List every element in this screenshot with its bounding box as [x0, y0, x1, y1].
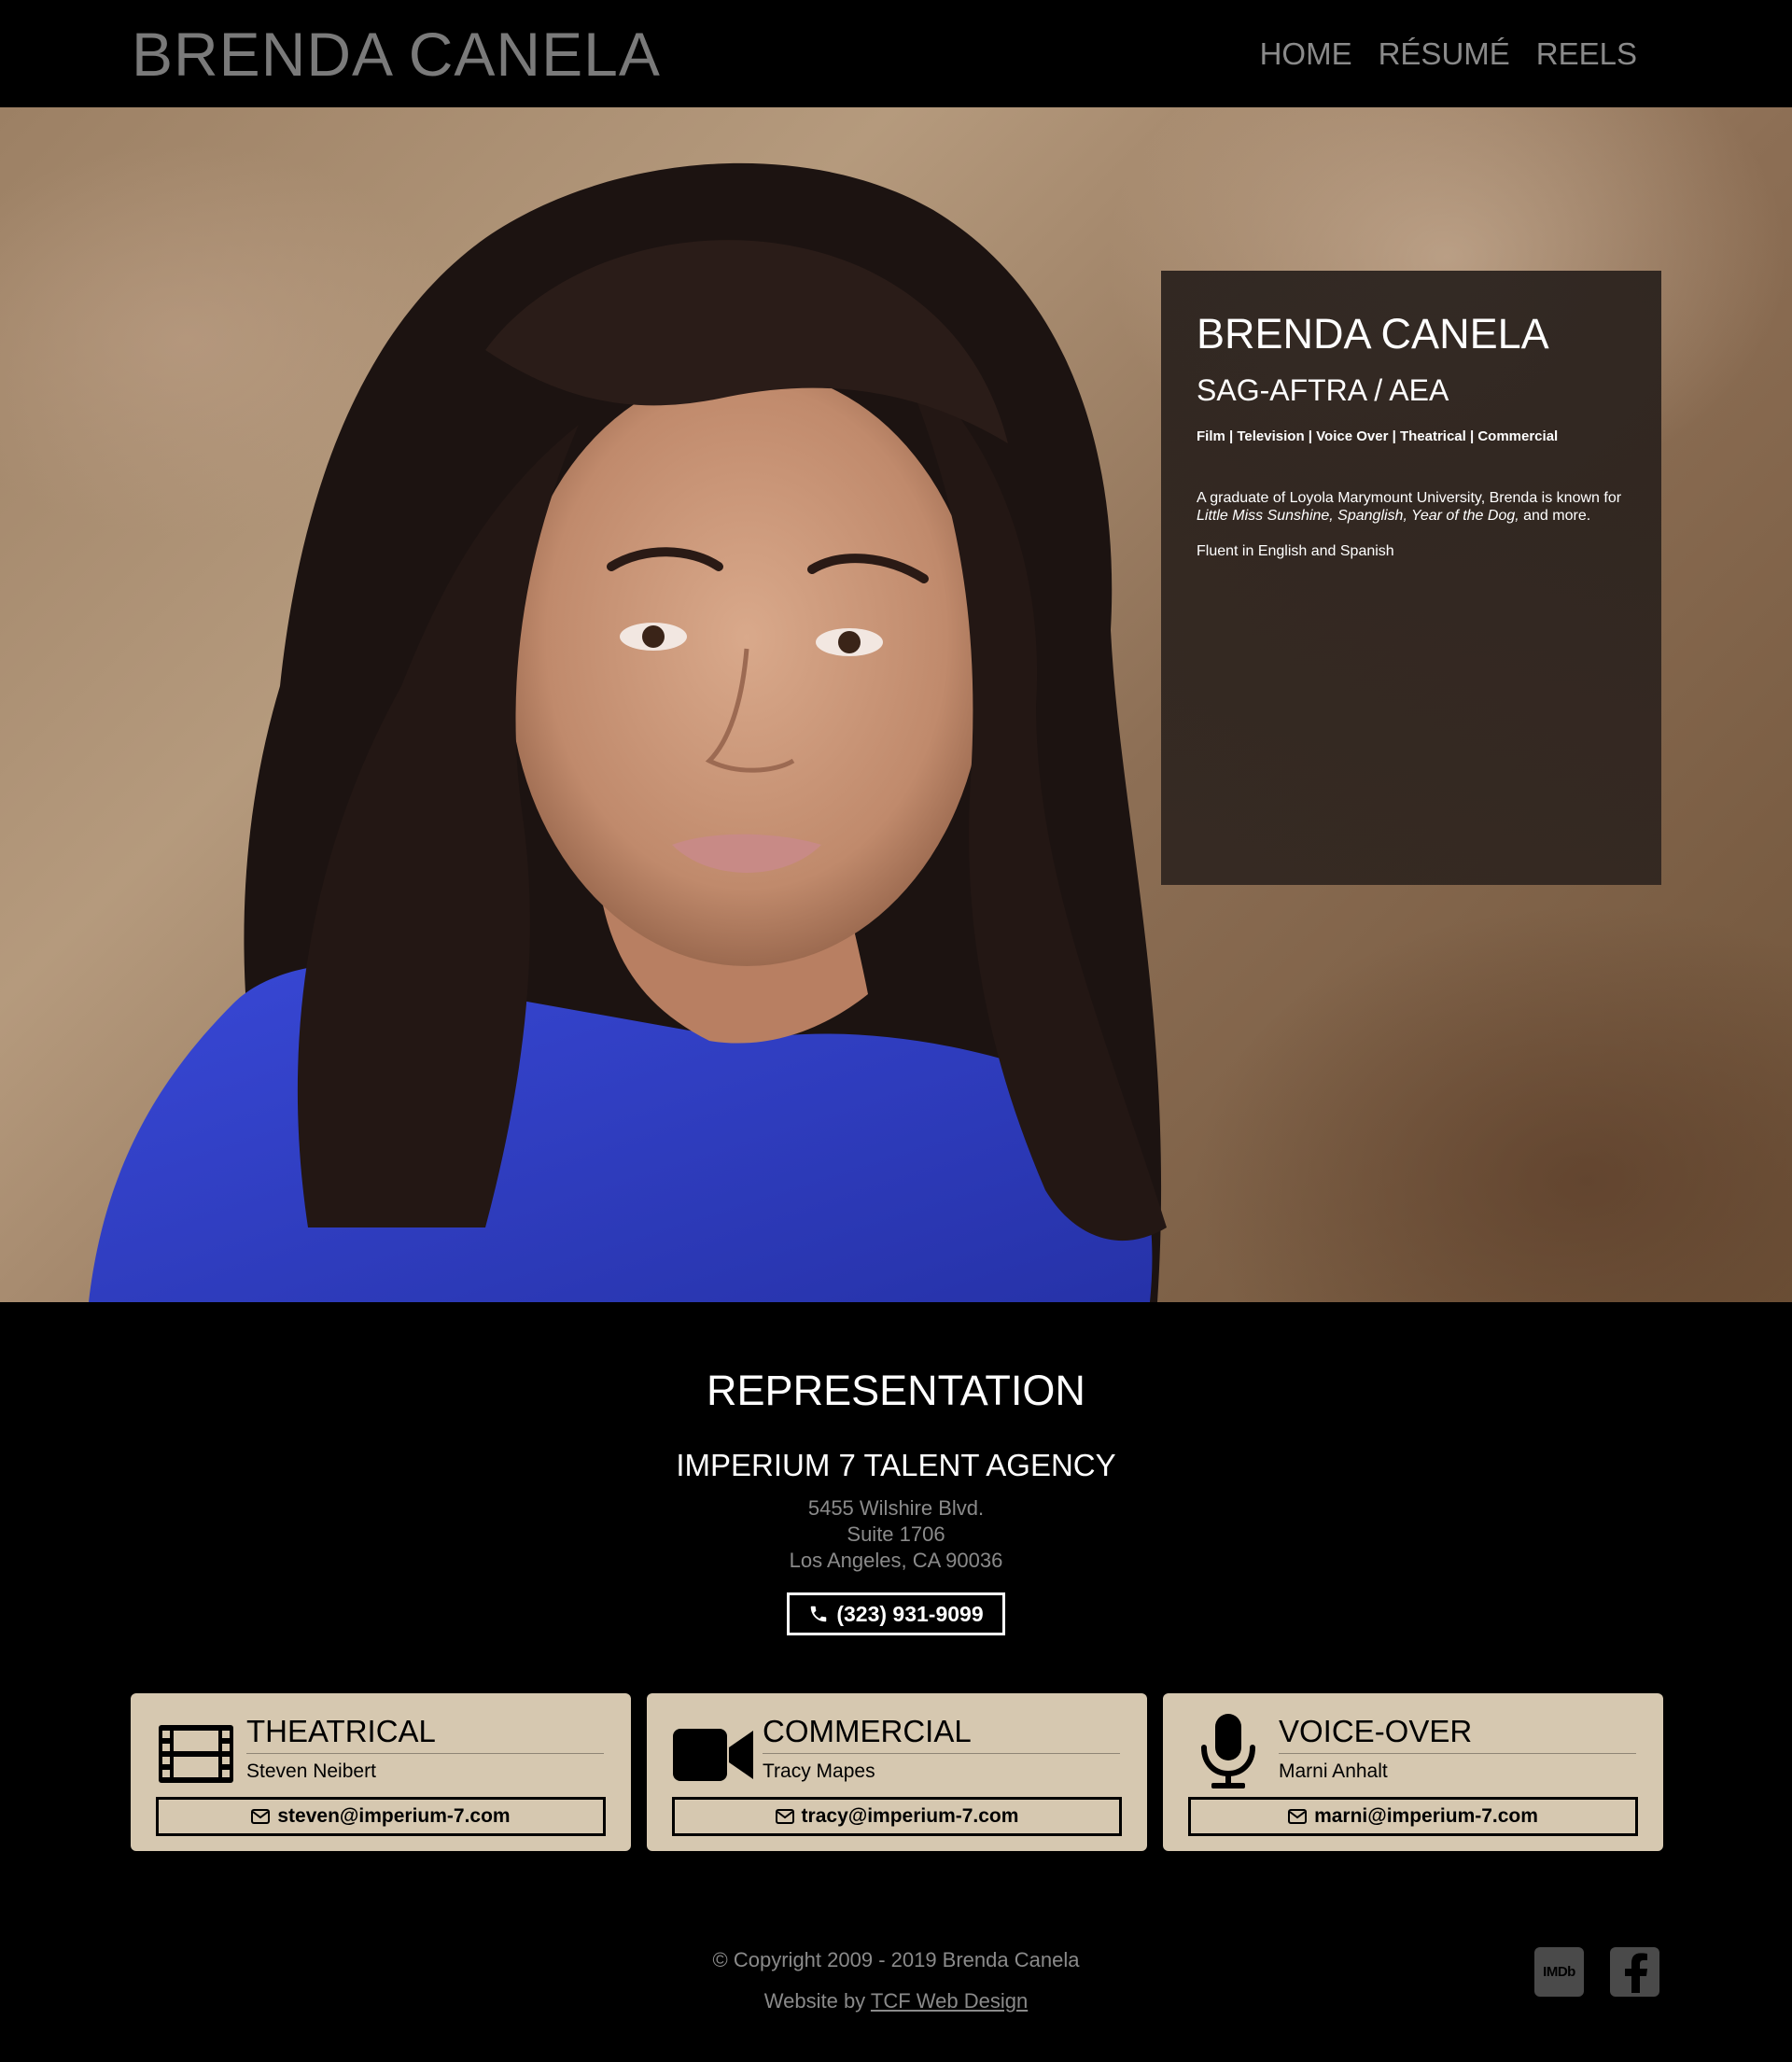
nav-reels[interactable]: REELS	[1536, 34, 1637, 75]
phone-number: (323) 931-9099	[836, 1601, 984, 1626]
agency-name: IMPERIUM 7 TALENT AGENCY	[676, 1448, 1116, 1482]
phone-icon	[811, 1606, 827, 1622]
card-title: VOICE-OVER	[1279, 1712, 1636, 1754]
credit-prefix: Website by	[763, 1989, 871, 2013]
nav-resume[interactable]: RÉSUMÉ	[1379, 34, 1510, 75]
bio-card: BRENDA CANELA SAG-AFTRA / AEA Film | Tel…	[1161, 271, 1661, 885]
imdb-icon: IMDb	[1543, 1964, 1575, 1980]
card-agent-name: Marni Anhalt	[1279, 1760, 1388, 1782]
bio-credits: Little Miss Sunshine, Spanglish, Year of…	[1197, 508, 1519, 524]
microphone-icon	[1201, 1714, 1255, 1788]
representation-section: REPRESENTATION IMPERIUM 7 TALENT AGENCY …	[0, 1302, 1792, 1635]
bio-languages: Fluent in English and Spanish	[1197, 543, 1394, 559]
agent-card-theatrical: THEATRICAL Steven Neibert steven@imperiu…	[131, 1693, 631, 1851]
card-agent-name: Tracy Mapes	[763, 1760, 875, 1782]
address-line-3: Los Angeles, CA 90036	[789, 1549, 1003, 1572]
bio-name: BRENDA CANELA	[1197, 310, 1549, 358]
designer-link[interactable]: TCF Web Design	[871, 1989, 1028, 2013]
main-nav: HOME RÉSUMÉ REELS	[1260, 34, 1637, 75]
card-title: THEATRICAL	[246, 1712, 604, 1754]
video-camera-icon	[673, 1729, 753, 1781]
email-button-commercial[interactable]: tracy@imperium-7.com	[672, 1797, 1122, 1836]
imdb-button[interactable]: IMDb	[1534, 1947, 1584, 1997]
nav-home[interactable]: HOME	[1260, 34, 1352, 75]
film-icon	[159, 1725, 233, 1783]
address-line-2: Suite 1706	[847, 1522, 945, 1546]
address-line-1: 5455 Wilshire Blvd.	[807, 1496, 985, 1520]
bio-text-prefix: A graduate of Loyola Marymount Universit…	[1197, 490, 1622, 506]
agent-cards: THEATRICAL Steven Neibert steven@imperiu…	[131, 1693, 1663, 1851]
bio-text: A graduate of Loyola Marymount Universit…	[1197, 489, 1626, 525]
card-email-address: steven@imperium-7.com	[277, 1805, 511, 1827]
email-button-voice-over[interactable]: marni@imperium-7.com	[1188, 1797, 1638, 1836]
social-links: IMDb	[1534, 1947, 1659, 1997]
card-agent-name: Steven Neibert	[246, 1760, 376, 1782]
hero-section: BRENDA CANELA SAG-AFTRA / AEA Film | Tel…	[0, 107, 1792, 1302]
bio-unions: SAG-AFTRA / AEA	[1197, 373, 1449, 407]
designer-credit: Website by TCF Web Design	[0, 1981, 1792, 2022]
envelope-icon	[251, 1809, 271, 1824]
copyright-text: © Copyright 2009 - 2019 Brenda Canela	[712, 1948, 1080, 1971]
card-email-address: tracy@imperium-7.com	[801, 1805, 1019, 1827]
site-footer: © Copyright 2009 - 2019 Brenda Canela We…	[0, 1940, 1792, 2022]
phone-button[interactable]: (323) 931-9099	[787, 1592, 1005, 1635]
envelope-icon	[1288, 1809, 1308, 1824]
representation-heading: REPRESENTATION	[707, 1367, 1085, 1414]
envelope-icon	[775, 1809, 794, 1824]
email-button-theatrical[interactable]: steven@imperium-7.com	[156, 1797, 606, 1836]
bio-categories: Film | Television | Voice Over | Theatri…	[1197, 428, 1559, 444]
facebook-button[interactable]	[1610, 1947, 1659, 1997]
bio-text-suffix: and more.	[1519, 508, 1591, 524]
agent-card-commercial: COMMERCIAL Tracy Mapes tracy@imperium-7.…	[647, 1693, 1147, 1851]
site-header: BRENDA CANELA HOME RÉSUMÉ REELS	[0, 0, 1792, 107]
card-title: COMMERCIAL	[763, 1712, 1120, 1754]
facebook-icon	[1624, 1952, 1647, 1993]
agent-card-voice-over: VOICE-OVER Marni Anhalt marni@imperium-7…	[1163, 1693, 1663, 1851]
site-title[interactable]: BRENDA CANELA	[132, 19, 661, 90]
card-email-address: marni@imperium-7.com	[1314, 1805, 1538, 1827]
agency-address: 5455 Wilshire Blvd. Suite 1706 Los Angel…	[0, 1495, 1792, 1574]
